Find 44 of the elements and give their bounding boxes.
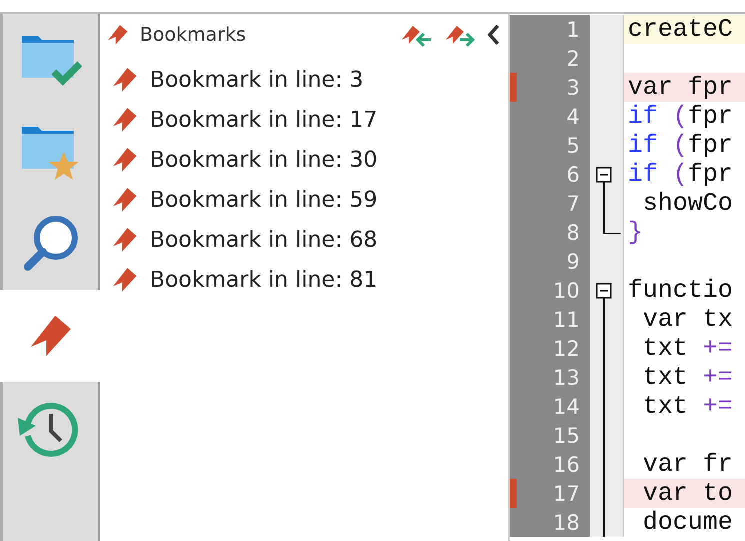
code-line: var fr [642, 450, 734, 479]
code-line: if (fpr [627, 102, 734, 131]
panel-title: Bookmarks [140, 24, 248, 46]
line-number: 15 [510, 421, 590, 450]
line-number: 11 [510, 305, 590, 334]
code-line: } [627, 218, 644, 247]
code-line: txt += [642, 334, 734, 363]
code-line: functio [627, 276, 734, 305]
code-line: if (fpr [627, 160, 734, 189]
line-number: 1 [510, 15, 590, 44]
bookmark-item[interactable]: Bookmark in line: 59 [100, 180, 508, 220]
sidebar-tab[interactable] [0, 14, 100, 106]
fold-toggle-icon[interactable] [596, 283, 612, 299]
code-line: if (fpr [627, 131, 734, 160]
line-number: 14 [510, 392, 590, 421]
sidebar-tab[interactable] [0, 198, 100, 290]
line-number: 17 [510, 479, 590, 508]
code-line: showCo [642, 189, 734, 218]
line-number: 2 [510, 44, 590, 73]
line-number: 10 [510, 276, 590, 305]
line-number: 16 [510, 450, 590, 479]
code-line: var tx [642, 305, 734, 334]
code-line: docume [642, 508, 734, 537]
sidebar-tab[interactable] [0, 382, 100, 541]
bookmark-item[interactable]: Bookmark in line: 17 [100, 100, 508, 140]
line-number: 13 [510, 363, 590, 392]
search-icon [22, 214, 80, 274]
line-number: 8 [510, 218, 590, 247]
code-line: txt += [642, 363, 734, 392]
bookmark-item[interactable]: Bookmark in line: 3 [100, 60, 508, 100]
line-number: 6 [510, 160, 590, 189]
bookmark-item[interactable]: Bookmark in line: 81 [100, 260, 508, 300]
line-number: 5 [510, 131, 590, 160]
code-line: txt += [642, 392, 734, 421]
collapse-button[interactable] [486, 23, 502, 47]
line-number: 9 [510, 247, 590, 276]
bookmark-item[interactable]: Bookmark in line: 68 [100, 220, 508, 260]
fold-toggle-icon[interactable] [596, 167, 612, 183]
line-number: 3 [510, 73, 590, 102]
line-number: 4 [510, 102, 590, 131]
bookmark-item[interactable]: Bookmark in line: 30 [100, 140, 508, 180]
line-number: 7 [510, 189, 590, 218]
line-number: 12 [510, 334, 590, 363]
line-number: 18 [510, 508, 590, 537]
